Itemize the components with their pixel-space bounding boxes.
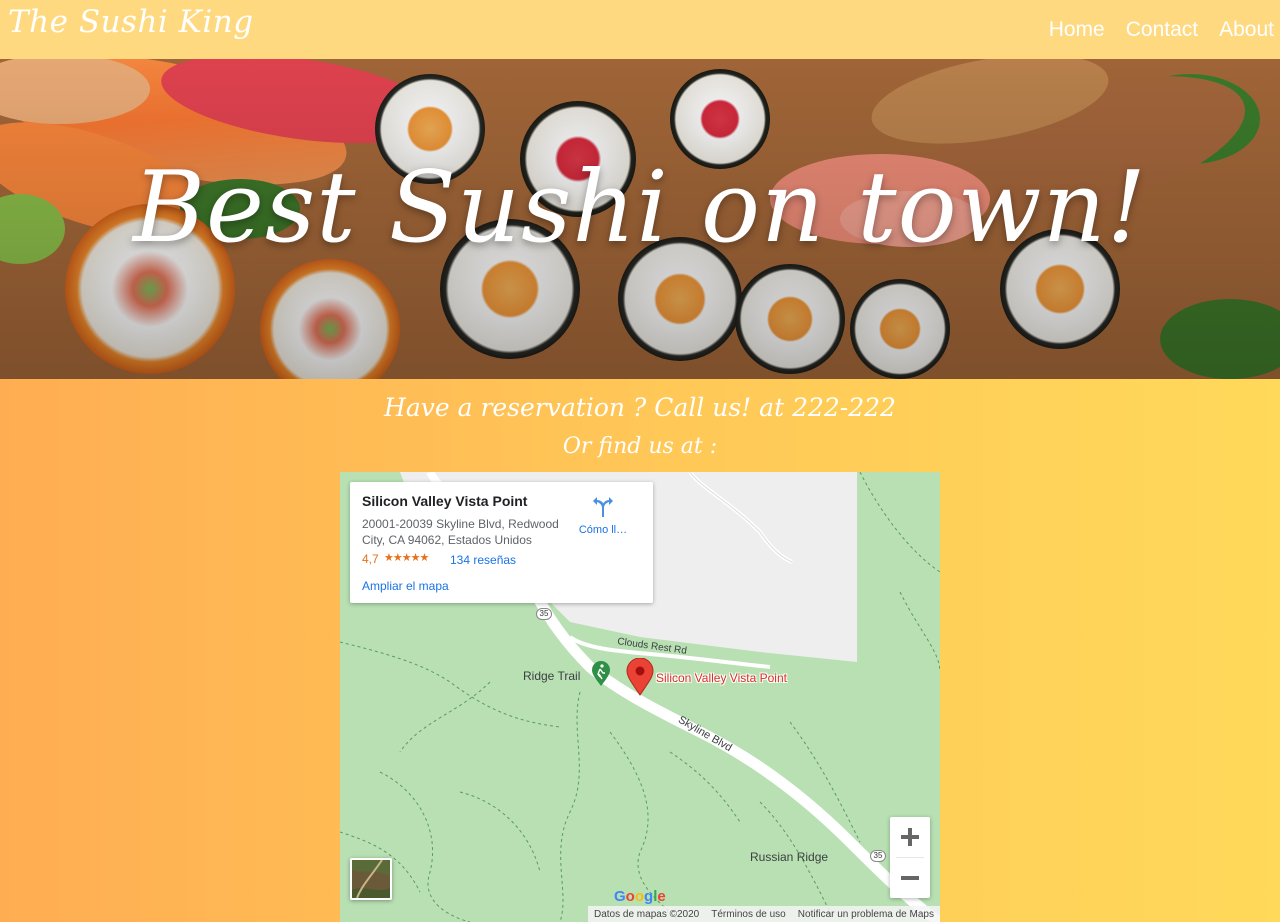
terms-link[interactable]: Términos de uso [705, 909, 791, 920]
reservation-text: Have a reservation ? Call us! at 222-222 [384, 393, 896, 422]
rating-value: 4,7 [362, 552, 379, 566]
nav-link-about[interactable]: About [1219, 18, 1274, 42]
enlarge-map-link[interactable]: Ampliar el mapa [362, 579, 449, 593]
map-pin-icon[interactable] [626, 658, 654, 696]
hero-banner: Best Sushi on town! [0, 59, 1280, 379]
zoom-out-button[interactable] [890, 858, 930, 898]
place-info-card: Silicon Valley Vista Point 20001-20039 S… [350, 482, 653, 603]
map-attribution: Datos de mapas ©2020 Términos de uso Not… [588, 906, 940, 922]
satellite-toggle[interactable] [350, 858, 392, 900]
nav-links: Home Contact About [1049, 18, 1274, 42]
reviews-link[interactable]: 134 reseñas [450, 553, 516, 567]
directions-button[interactable]: Cómo ll… [578, 496, 628, 536]
report-problem-link[interactable]: Notificar un problema de Maps [792, 909, 940, 920]
vista-point-label[interactable]: Silicon Valley Vista Point [656, 671, 787, 685]
satellite-thumbnail [352, 860, 390, 898]
zoom-in-button[interactable] [890, 817, 930, 857]
navbar: The Sushi King Home Contact About [0, 0, 1280, 59]
route-35-shield: 35 [536, 608, 552, 620]
hero-title: Best Sushi on town! [132, 151, 1148, 265]
find-us-text: Or find us at : [562, 434, 718, 459]
zoom-control [890, 817, 930, 898]
google-logo: Google [614, 888, 666, 905]
directions-icon [593, 497, 613, 517]
minus-icon [901, 876, 919, 880]
place-name[interactable]: Silicon Valley Vista Point [362, 493, 527, 509]
plus-icon [901, 828, 919, 846]
directions-label: Cómo ll… [578, 524, 628, 536]
rating-stars: ★★★★★ [384, 552, 429, 564]
map-data-credit: Datos de mapas ©2020 [594, 908, 700, 920]
hiking-icon[interactable] [591, 661, 611, 687]
nav-link-home[interactable]: Home [1049, 18, 1105, 42]
google-map[interactable]: Clouds Rest Rd Ridge Trail Silicon Valle… [340, 472, 940, 922]
brand-logo[interactable]: The Sushi King [8, 4, 254, 40]
nav-link-contact[interactable]: Contact [1126, 18, 1198, 42]
russian-ridge-label: Russian Ridge [750, 850, 829, 864]
place-address: 20001-20039 Skyline Blvd, Redwood City, … [362, 517, 559, 547]
route-35-shield: 35 [870, 850, 886, 862]
ridge-trail-label: Ridge Trail [523, 669, 581, 683]
